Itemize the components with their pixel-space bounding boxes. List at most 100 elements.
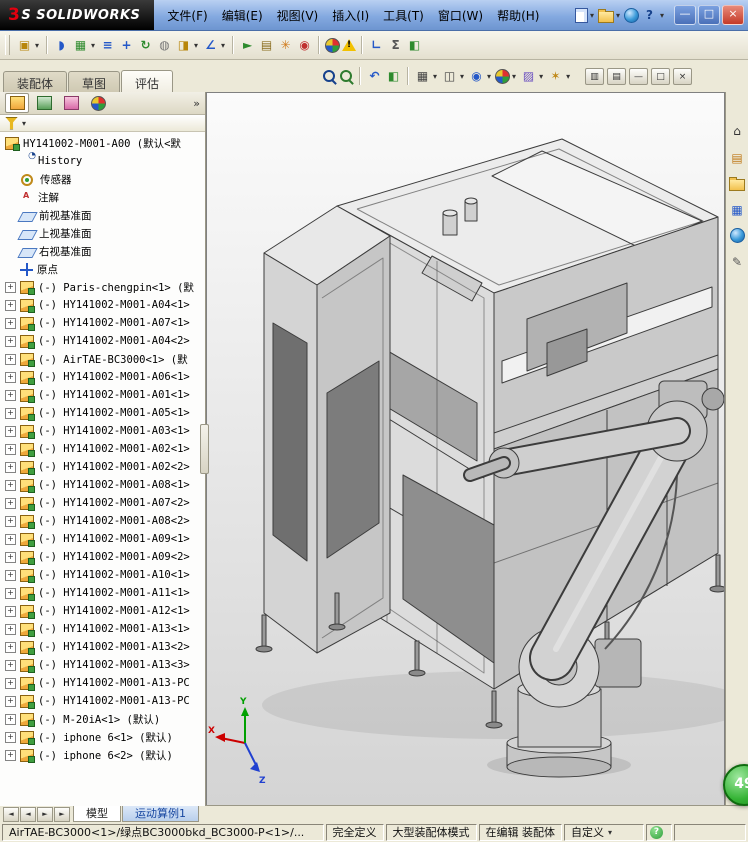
panel-splitter[interactable] — [200, 424, 209, 474]
status-custom-dropdown[interactable]: 自定义 ▾ — [564, 823, 644, 841]
view-orientation-icon[interactable]: ▦ — [414, 68, 431, 85]
tab-scroll-button-3[interactable]: ► — [54, 806, 70, 822]
tree-item[interactable]: + (-) HY141002-M001-A13-PC — [0, 674, 205, 692]
edit-appearance-icon[interactable] — [325, 37, 341, 53]
assembly-features-flyout-arrow[interactable]: ▾ — [194, 41, 198, 50]
home-icon[interactable]: ⌂ — [733, 122, 741, 139]
mate-icon[interactable]: ◗ — [53, 37, 70, 54]
zoom-to-fit-icon[interactable] — [322, 69, 337, 84]
tab-scroll-button-0[interactable]: ◄ — [3, 806, 19, 822]
menu-view[interactable]: 视图(V) — [270, 4, 326, 27]
apply-scene-flyout-arrow[interactable]: ▾ — [539, 72, 543, 81]
expand-icon[interactable]: + — [5, 407, 16, 419]
tree-item[interactable]: + (-) HY141002-M001-A08<1> — [0, 476, 205, 494]
propertymanager-tab[interactable] — [32, 93, 56, 113]
viewport-layout-icon[interactable]: ▥ — [585, 68, 604, 85]
displaymanager-tab[interactable] — [86, 93, 110, 113]
expand-icon[interactable]: + — [5, 281, 16, 293]
expand-icon[interactable]: + — [5, 731, 16, 743]
expand-icon[interactable]: + — [5, 353, 16, 365]
tree-item[interactable]: + (-) HY141002-M001-A13<3> — [0, 656, 205, 674]
tree-item[interactable]: + (-) HY141002-M001-A10<1> — [0, 566, 205, 584]
mass-properties-icon[interactable]: Σ — [387, 37, 404, 54]
expand-icon[interactable]: + — [5, 479, 16, 491]
expand-icon[interactable]: + — [5, 605, 16, 617]
move-component-icon[interactable]: + — [118, 37, 135, 54]
measure-icon[interactable]: ∟ — [368, 37, 385, 54]
tree-item[interactable]: +原点 — [0, 260, 205, 278]
expand-icon[interactable]: + — [5, 497, 16, 509]
expand-icon[interactable]: + — [5, 659, 16, 671]
linear-component-pattern-flyout-arrow[interactable]: ▾ — [91, 41, 95, 50]
view-palette-icon[interactable]: ▦ — [731, 201, 742, 218]
tree-item[interactable]: + (-) HY141002-M001-A09<2> — [0, 548, 205, 566]
maximize-button[interactable]: □ — [698, 5, 720, 25]
display-style-icon[interactable]: ◫ — [441, 68, 458, 85]
tree-item[interactable]: + (-) HY141002-M001-A13<2> — [0, 638, 205, 656]
zoom-to-area-icon[interactable] — [339, 69, 354, 84]
tree-item[interactable]: + (-) HY141002-M001-A04<1> — [0, 296, 205, 314]
tree-item[interactable]: + (-) HY141002-M001-A13<1> — [0, 620, 205, 638]
restore-document-icon[interactable]: □ — [651, 68, 670, 85]
configurationmanager-tab[interactable] — [59, 93, 83, 113]
reference-geometry-icon[interactable]: ∠ — [202, 37, 219, 54]
custom-properties-icon[interactable]: ✎ — [732, 253, 742, 270]
tree-item[interactable]: + (-) Paris-chengpin<1> (默 — [0, 278, 205, 296]
menu-help[interactable]: 帮助(H) — [490, 4, 546, 27]
expand-icon[interactable]: + — [5, 335, 16, 347]
exploded-view-icon[interactable]: ✳ — [277, 37, 294, 54]
expand-icon[interactable]: + — [5, 533, 16, 545]
section-properties-icon[interactable]: ◧ — [406, 37, 423, 54]
help-flyout-arrow[interactable]: ▾ — [660, 11, 664, 20]
tree-item[interactable]: + (-) HY141002-M001-A13-PC — [0, 692, 205, 710]
command-tab-evaluate[interactable]: 评估 — [121, 70, 174, 94]
expand-icon[interactable]: + — [5, 551, 16, 563]
expand-icon[interactable]: + — [5, 515, 16, 527]
expand-icon[interactable]: + — [5, 713, 16, 725]
help-icon[interactable]: ? — [641, 7, 658, 24]
expand-icon[interactable]: + — [5, 389, 16, 401]
close-button[interactable]: × — [722, 5, 744, 25]
tree-item[interactable]: + (-) HY141002-M001-A03<1> — [0, 422, 205, 440]
apply-scene-icon[interactable]: ▨ — [520, 68, 537, 85]
design-library-icon[interactable]: ▤ — [731, 149, 742, 166]
new-document-flyout-arrow[interactable]: ▾ — [590, 11, 594, 20]
close-document-icon[interactable]: × — [673, 68, 692, 85]
expand-icon[interactable]: + — [5, 587, 16, 599]
command-tab-assembly[interactable]: 装配体 — [3, 71, 68, 94]
new-motion-study-icon[interactable]: ► — [239, 37, 256, 54]
tree-item[interactable]: + (-) HY141002-M001-A04<2> — [0, 332, 205, 350]
tree-item[interactable]: + (-) HY141002-M001-A11<1> — [0, 584, 205, 602]
insert-components-flyout-arrow[interactable]: ▾ — [35, 41, 39, 50]
tree-item[interactable]: + (-) HY141002-M001-A08<2> — [0, 512, 205, 530]
section-view-icon[interactable]: ◧ — [385, 68, 402, 85]
expand-icon[interactable]: + — [5, 641, 16, 653]
tab-scroll-button-2[interactable]: ► — [37, 806, 53, 822]
panel-overflow-button[interactable]: » — [193, 97, 200, 110]
solidworks-resources-icon[interactable] — [623, 7, 639, 23]
expand-icon[interactable]: + — [5, 695, 16, 707]
tab-motion-study-1[interactable]: 运动算例1 — [122, 806, 199, 822]
expand-icon[interactable]: + — [5, 371, 16, 383]
smart-fasteners-icon[interactable]: ≡ — [99, 37, 116, 54]
appearances-icon[interactable] — [729, 228, 745, 243]
expand-icon[interactable]: + — [5, 623, 16, 635]
status-help[interactable]: ? — [646, 823, 672, 841]
filter-bar[interactable]: ▾ — [0, 115, 205, 132]
insert-components-icon[interactable]: ▣ — [16, 37, 33, 54]
tree-item[interactable]: + (-) iphone 6<1> (默认) — [0, 728, 205, 746]
assembly-features-icon[interactable]: ◨ — [175, 37, 192, 54]
expand-icon[interactable]: + — [5, 317, 16, 329]
viewport-layout-2-icon[interactable]: ▤ — [607, 68, 626, 85]
tree-item[interactable]: + (-) HY141002-M001-A09<1> — [0, 530, 205, 548]
command-tab-sketch[interactable]: 草图 — [68, 71, 121, 94]
menu-window[interactable]: 窗口(W) — [431, 4, 490, 27]
tree-item[interactable]: +上视基准面 — [0, 224, 205, 242]
interference-detection-icon[interactable]: ◉ — [296, 37, 313, 54]
rotate-component-icon[interactable]: ↻ — [137, 37, 154, 54]
tree-item[interactable]: + (-) AirTAE-BC3000<1> (默 — [0, 350, 205, 368]
tree-item[interactable]: + (-) HY141002-M001-A07<2> — [0, 494, 205, 512]
previous-view-icon[interactable]: ↶ — [366, 68, 383, 85]
reference-geometry-flyout-arrow[interactable]: ▾ — [221, 41, 225, 50]
expand-icon[interactable]: + — [5, 677, 16, 689]
